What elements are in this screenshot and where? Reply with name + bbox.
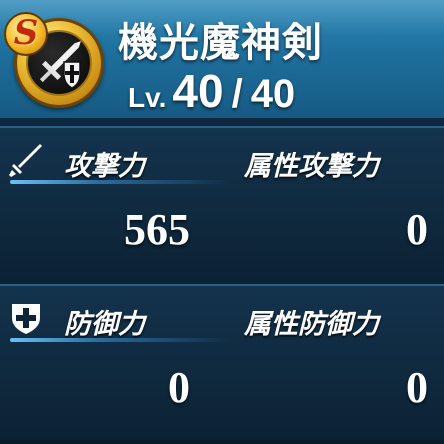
elemental-attack-value: 0 (406, 205, 428, 254)
attack-accent-bar (10, 180, 230, 184)
shield-plus-icon (8, 300, 44, 336)
panel-divider (0, 126, 444, 128)
attack-stats-panel: 攻撃力 属性攻撃力 565 0 (0, 126, 444, 282)
attack-label: 攻撃力 (64, 151, 145, 182)
defense-value: 0 (168, 363, 190, 412)
elemental-attack-label: 属性攻撃力 (244, 151, 379, 182)
defense-accent-bar (10, 338, 230, 342)
attack-value: 565 (124, 205, 190, 254)
panel-divider (0, 284, 444, 286)
defense-stats-panel: 防御力 属性防御力 0 0 (0, 284, 444, 440)
level-current: 40 (172, 65, 224, 117)
level-separator: / (231, 72, 243, 116)
elemental-defense-value: 0 (406, 363, 428, 412)
item-header: S 機光魔神剣 Lv. 40/40 (0, 0, 444, 118)
item-badge: S (4, 12, 108, 116)
level-label: Lv. (128, 82, 167, 113)
defense-label: 防御力 (64, 309, 145, 340)
sword-icon (8, 142, 44, 178)
rank-badge: S (4, 12, 48, 56)
elemental-defense-label: 属性防御力 (244, 309, 379, 340)
level-display: Lv. 40/40 (128, 64, 295, 118)
item-name: 機光魔神剣 (118, 20, 323, 66)
equipment-detail-screen: S 機光魔神剣 Lv. 40/40 攻撃力 属性攻撃力 565 0 防御力 属性… (0, 0, 444, 444)
level-max: 40 (250, 72, 296, 116)
